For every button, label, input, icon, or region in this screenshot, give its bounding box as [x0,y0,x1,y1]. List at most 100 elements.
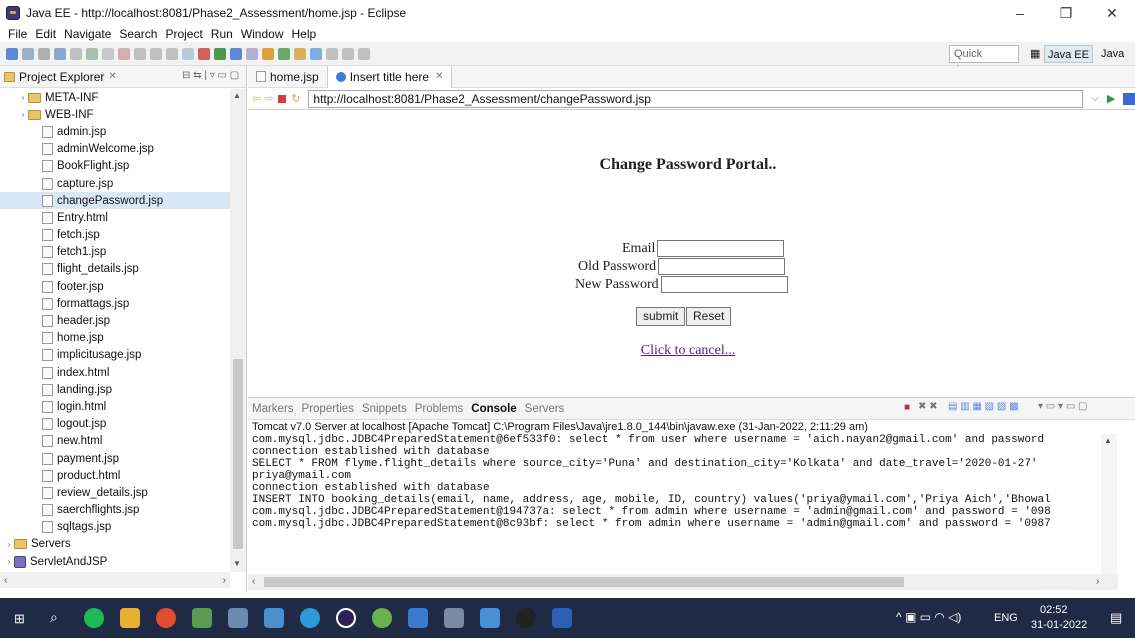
tree-item[interactable]: index.html [0,364,230,381]
menu-help[interactable]: Help [288,27,321,41]
old-password-field[interactable] [658,258,786,275]
tree-item[interactable]: fetch1.jsp [0,244,230,261]
remove-launch-icon[interactable]: ✖ ✖ [918,401,938,412]
print-icon[interactable] [54,47,66,60]
tree-item[interactable]: admin.jsp [0,123,230,140]
tree-item[interactable]: adminWelcome.jsp [0,141,230,158]
tree-item[interactable]: review_details.jsp [0,484,230,501]
perspective-java-ee[interactable]: Java EE [1044,45,1093,63]
console-output[interactable]: com.mysql.jdbc.JDBC4PreparedStatement@6e… [248,434,1135,530]
tree-item[interactable]: home.jsp [0,330,230,347]
url-dropdown-icon[interactable]: ⌵ [1091,93,1099,104]
forward-icon[interactable] [358,47,370,60]
run-icon[interactable] [214,47,226,60]
save-icon[interactable] [22,47,34,60]
new-icon[interactable] [6,47,18,60]
clock-date[interactable]: 31-01-2022 [1031,619,1087,631]
tray-icons[interactable]: ^ ▣ ▭ ◠ ◁) [896,610,961,624]
scroll-up-icon[interactable]: ▲ [1104,436,1112,445]
menu-edit[interactable]: Edit [31,27,60,41]
search-icon[interactable] [310,47,322,60]
new-package-icon[interactable] [278,47,290,60]
explorer-vertical-scrollbar[interactable]: ▲ ▼ [230,89,246,572]
menu-project[interactable]: Project [161,27,206,41]
debug-run-icon[interactable] [230,47,242,60]
email-field[interactable] [657,240,785,257]
tree-item[interactable]: › ServletAndJSP [0,553,230,570]
maximize-button[interactable]: ❐ [1043,0,1089,26]
tab-problems[interactable]: Problems [415,403,464,415]
chevron-right-icon[interactable]: › [18,93,28,102]
github-icon[interactable] [516,608,536,628]
refresh-icon[interactable]: ↻ [291,92,300,105]
new-java-project-icon[interactable] [262,47,274,60]
view-menu-icons[interactable]: ⊟ ⇆ | ▿ ▭ ▢ [182,70,239,81]
tab-home-jsp[interactable]: home.jsp [248,66,327,88]
chevron-right-icon[interactable]: › [4,540,14,549]
menu-window[interactable]: Window [237,27,288,41]
tree-item[interactable]: footer.jsp [0,278,230,295]
explorer-scroll-thumb[interactable] [233,359,243,549]
scroll-right-icon[interactable]: › [223,575,226,586]
close-icon[interactable]: ✕ [108,71,116,82]
explorer-horizontal-scrollbar[interactable]: ‹ › [0,572,230,588]
word-icon[interactable] [552,608,572,628]
tab-project-explorer[interactable]: Project Explorer ✕ [4,70,117,84]
debug-icon[interactable] [182,47,194,60]
window-icon[interactable] [444,608,464,628]
scroll-left-icon[interactable]: ‹ [4,575,7,586]
tab-insert-title-here[interactable]: Insert title here ✕ [326,65,453,88]
tree-item[interactable]: Entry.html [0,209,230,226]
tree-item[interactable]: saerchflights.jsp [0,502,230,519]
tree-item[interactable]: BookFlight.jsp [0,158,230,175]
file-explorer-icon[interactable] [120,608,140,628]
close-button[interactable]: ✕ [1089,0,1135,26]
windows-start-icon[interactable]: ⊞ [14,611,25,627]
eclipse-icon[interactable] [336,608,356,628]
tree-item[interactable]: flight_details.jsp [0,261,230,278]
terminate-icon[interactable]: ■ [904,402,910,413]
back-icon[interactable] [342,47,354,60]
notification-icon[interactable]: ▤ [1110,610,1122,626]
spotify-icon[interactable] [84,608,104,628]
scroll-down-icon[interactable]: ▼ [233,559,241,568]
tab-servers[interactable]: Servers [525,403,565,415]
chevron-right-icon[interactable]: › [4,557,14,566]
tree-item[interactable]: landing.jsp [0,381,230,398]
app-icon[interactable] [228,608,248,628]
open-external-icon[interactable] [1123,92,1135,105]
new-password-field[interactable] [660,276,788,293]
chevron-right-icon[interactable]: › [18,110,28,119]
coverage-icon[interactable] [246,47,258,60]
edge-icon[interactable] [300,608,320,628]
save-all-icon[interactable] [38,47,50,60]
tree-item[interactable]: formattags.jsp [0,295,230,312]
mysql-icon[interactable] [408,608,428,628]
suspend-icon[interactable] [102,47,114,60]
open-type-icon[interactable] [294,47,306,60]
step-return-icon[interactable] [166,47,178,60]
back-icon[interactable]: ⇦ [252,92,261,105]
open-perspective-icon[interactable]: ▦ [1027,45,1043,63]
language-indicator[interactable]: ENG [994,612,1018,624]
server-icon[interactable] [198,47,210,60]
menu-navigate[interactable]: Navigate [60,27,115,41]
tree-item[interactable]: changePassword.jsp [0,192,230,210]
tree-item[interactable]: login.html [0,398,230,415]
console-vertical-scrollbar[interactable]: ▲ [1101,434,1117,574]
tree-item[interactable]: product.html [0,467,230,484]
tree-item[interactable]: logout.jsp [0,416,230,433]
tab-markers[interactable]: Markers [252,403,294,415]
spring-icon[interactable] [372,608,392,628]
submit-button[interactable]: submit [636,307,686,326]
tree-item[interactable]: › Servers [0,536,230,553]
menu-run[interactable]: Run [207,27,237,41]
skip-breakpoints-icon[interactable] [70,47,82,60]
photos-icon[interactable] [480,608,500,628]
terminate-icon[interactable] [118,47,130,60]
close-icon[interactable]: ✕ [435,71,443,82]
scroll-left-icon[interactable]: ‹ [252,576,255,587]
tree-item[interactable]: new.html [0,433,230,450]
console-toolbar-icons[interactable]: ▤ ▥ ▦ ▧ ▨ ▩ [948,401,1019,412]
console-scroll-thumb[interactable] [264,577,904,587]
